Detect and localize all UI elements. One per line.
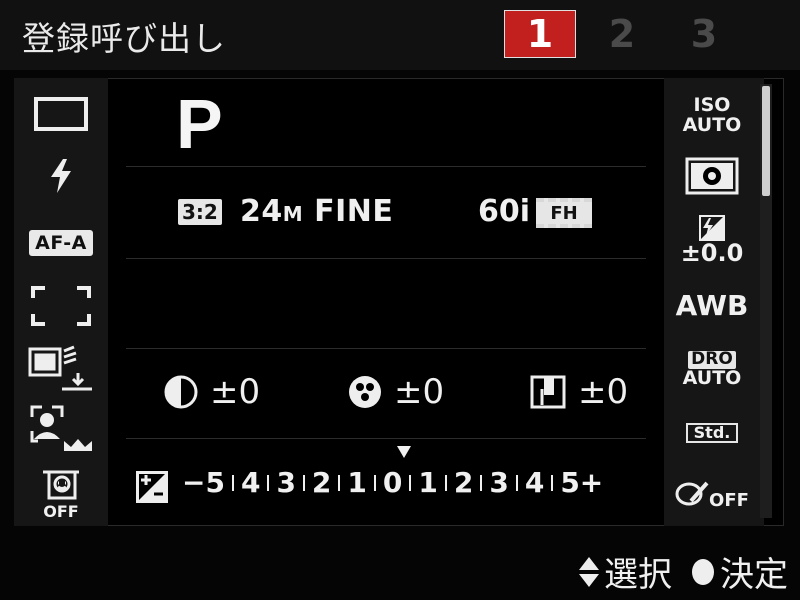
white-balance-value: AWB: [675, 289, 749, 323]
soft-skin-icon: OFF: [14, 466, 108, 524]
divider: [126, 166, 646, 167]
page-title: 登録呼び出し: [22, 19, 226, 58]
smile-shutter-icon: [14, 404, 108, 454]
scale-label: 0: [382, 466, 403, 499]
flash-icon: [14, 156, 108, 196]
select-label: 選択: [604, 555, 672, 595]
scale-start: −5: [182, 466, 225, 499]
center-button-icon: [692, 558, 714, 585]
focus-area-wide-icon: [14, 284, 108, 328]
contrast-value: ±0: [210, 372, 261, 412]
white-balance-setting[interactable]: AWB: [664, 284, 760, 328]
divider: [126, 258, 646, 259]
footer-bar: [0, 530, 800, 600]
image-size: 24: [240, 194, 283, 229]
sharpness-icon: [530, 375, 566, 409]
dro-setting[interactable]: DRO AUTO: [664, 344, 760, 396]
header-bar: 登録呼び出し 1 2 3: [0, 0, 800, 70]
memory-tabs: 1 2 3: [504, 10, 740, 58]
image-size-quality[interactable]: 24M FINE: [240, 194, 393, 229]
movie-format-badge[interactable]: FH: [536, 198, 592, 228]
exposure-pointer-icon: [397, 446, 411, 458]
sharpness-setting[interactable]: ±0: [530, 372, 628, 412]
image-quality: FINE: [314, 194, 394, 229]
scrollbar-thumb[interactable]: [762, 86, 770, 196]
shooting-mode[interactable]: P: [176, 84, 223, 164]
metering-multi-icon: [685, 157, 739, 195]
face-registration-icon: [14, 344, 108, 392]
tab-1[interactable]: 1: [504, 10, 576, 58]
picture-effect-icon: [675, 481, 709, 506]
creative-style-value: Std.: [685, 422, 739, 444]
saturation-value: ±0: [394, 372, 445, 412]
select-hint: 選択: [578, 547, 672, 596]
aspect-ratio-badge[interactable]: 3:2: [178, 199, 222, 225]
sharpness-value: ±0: [578, 372, 629, 412]
scale-end: 5+: [560, 466, 604, 499]
divider: [126, 348, 646, 349]
recall-screen: 登録呼び出し 1 2 3 AF-A OFF P 3:2 24M FINE 60i…: [0, 0, 800, 600]
scale-label: 4: [240, 466, 261, 499]
contrast-icon: [164, 375, 198, 409]
scale-label: 1: [347, 466, 367, 499]
dro-value: AUTO: [682, 366, 742, 389]
saturation-icon: [349, 376, 381, 408]
ok-hint: 決定: [690, 547, 788, 596]
flash-compensation-value: ±0.0: [680, 239, 744, 268]
flash-compensation-icon: [699, 215, 725, 242]
ok-label: 決定: [720, 555, 788, 595]
scale-label: 1: [418, 466, 438, 499]
scale-label: 3: [276, 466, 296, 499]
iso-value: AUTO: [682, 114, 742, 136]
iso-label: ISO: [693, 94, 731, 117]
af-mode-badge: AF-A: [14, 226, 108, 260]
tab-3[interactable]: 3: [668, 10, 740, 58]
up-down-arrow-icon: [579, 556, 599, 587]
exposure-scale[interactable]: −5 4 3 2 1 0 1 2 3 4 5+: [182, 466, 603, 499]
tab-2[interactable]: 2: [586, 10, 658, 58]
metering-mode-setting[interactable]: [664, 156, 760, 196]
image-size-unit: M: [282, 202, 304, 226]
creative-style-setting[interactable]: Std.: [664, 416, 760, 450]
scale-label: 2: [453, 466, 474, 499]
picture-effect-setting[interactable]: OFF: [664, 470, 760, 518]
picture-effect-value: OFF: [709, 489, 749, 511]
drive-mode-single-icon: [14, 94, 108, 134]
saturation-setting[interactable]: ±0: [348, 372, 444, 412]
contrast-setting[interactable]: ±0: [164, 372, 260, 412]
scale-label: 4: [524, 466, 545, 499]
exposure-compensation-icon: [136, 471, 168, 507]
iso-setting[interactable]: ISO AUTO: [664, 92, 760, 140]
scale-label: 2: [311, 466, 332, 499]
scale-label: 3: [489, 466, 509, 499]
flash-compensation-setting[interactable]: ±0.0: [664, 210, 760, 272]
movie-frame-rate[interactable]: 60i: [478, 194, 530, 229]
divider: [126, 438, 646, 439]
